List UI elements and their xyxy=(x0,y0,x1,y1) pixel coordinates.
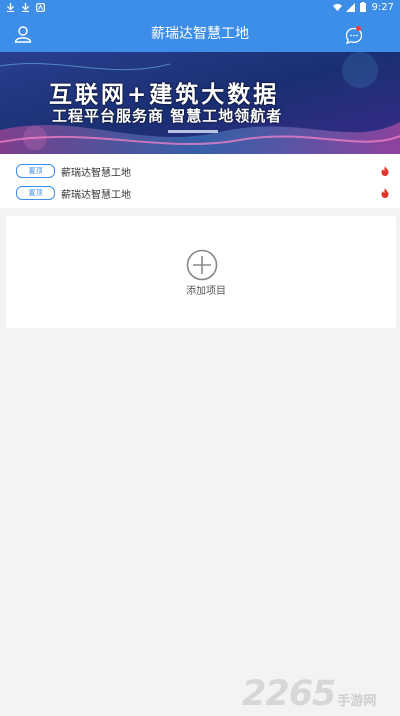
promo-banner[interactable]: 互联网+建筑大数据 工程平台服务商 智慧工地领航者 xyxy=(0,52,400,154)
signal-icon xyxy=(345,2,355,12)
message-icon[interactable] xyxy=(343,25,365,47)
project-list: 置顶 薪瑞达智慧工地 置顶 薪瑞达智慧工地 xyxy=(0,154,400,208)
fire-icon xyxy=(380,166,390,176)
pin-badge: 置顶 xyxy=(16,164,55,178)
download-icon xyxy=(21,2,30,12)
project-name: 薪瑞达智慧工地 xyxy=(61,189,131,201)
watermark-suffix: 手游网 xyxy=(337,694,377,709)
plus-circle-icon[interactable] xyxy=(186,249,218,281)
app-icon xyxy=(36,2,45,12)
status-bar: 9:27 xyxy=(0,0,400,14)
add-project-card[interactable]: 添加项目 xyxy=(6,216,396,328)
banner-indicator xyxy=(168,130,218,133)
banner-headline: 互联网+建筑大数据 xyxy=(49,82,280,108)
status-left-icons xyxy=(6,2,45,12)
banner-subline: 工程平台服务商 智慧工地领航者 xyxy=(52,107,283,125)
list-item[interactable]: 置顶 薪瑞达智慧工地 xyxy=(0,160,400,182)
watermark-number: 2265 xyxy=(242,674,336,714)
wifi-icon xyxy=(332,3,342,12)
fire-icon xyxy=(380,188,390,198)
notification-dot xyxy=(356,26,361,31)
pin-badge: 置顶 xyxy=(16,186,55,200)
page-title: 薪瑞达智慧工地 xyxy=(151,26,249,42)
list-item[interactable]: 置顶 薪瑞达智慧工地 xyxy=(0,182,400,204)
status-time: 9:27 xyxy=(371,1,394,13)
watermark: 2265 手游网 xyxy=(242,674,396,712)
add-project-label: 添加项目 xyxy=(186,286,226,297)
project-name: 薪瑞达智慧工地 xyxy=(61,167,131,179)
user-icon[interactable] xyxy=(12,23,34,45)
status-right-icons: 9:27 xyxy=(332,1,394,13)
app-header: 薪瑞达智慧工地 xyxy=(0,14,400,52)
download-icon xyxy=(6,2,15,12)
battery-icon xyxy=(359,2,368,12)
